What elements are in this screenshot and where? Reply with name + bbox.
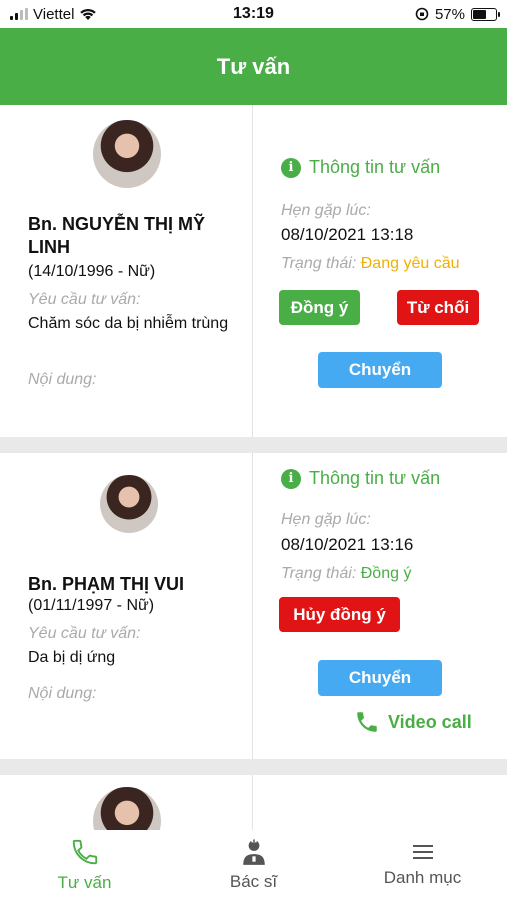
status-row: Trạng thái: Đồng ý	[281, 565, 411, 583]
reject-button[interactable]: Từ chối	[397, 290, 479, 325]
nav-tab-menu[interactable]: Danh mục	[338, 830, 507, 900]
page-title: Tư vấn	[216, 53, 291, 79]
status-value: Đang yêu cầu	[360, 255, 460, 272]
appointment-value: 08/10/2021 13:18	[281, 225, 414, 244]
patient-birth: (14/10/1996 - Nữ)	[28, 263, 156, 280]
nav-label: Tư vấn	[57, 873, 112, 892]
phone-icon	[72, 839, 97, 865]
status-time: 13:19	[233, 5, 274, 22]
consultation-list[interactable]: Bn. NGUYỄN THỊ MỸ LINH (14/10/1996 - Nữ)…	[0, 105, 507, 830]
consultation-card: Bn. PHẠM THỊ VUI (01/11/1997 - Nữ) Yêu c…	[0, 453, 507, 759]
nav-label: Danh mục	[383, 868, 462, 887]
video-call-label: Video call	[388, 711, 472, 732]
battery-percent: 57%	[434, 5, 465, 23]
menu-icon	[412, 845, 433, 859]
doctor-icon	[242, 839, 265, 865]
request-value: Da bị dị ứng	[28, 649, 116, 666]
nav-label: Bác sĩ	[229, 872, 278, 891]
appointment-label: Hẹn gặp lúc:	[281, 202, 371, 219]
battery-icon	[471, 7, 500, 21]
status-row: Trạng thái: Đang yêu cầu	[281, 255, 459, 273]
patient-avatar	[93, 120, 161, 188]
nav-tab-doctor[interactable]: Bác sĩ	[169, 830, 338, 900]
cancel-accept-button[interactable]: Hủy đồng ý	[279, 597, 400, 632]
transfer-button[interactable]: Chuyển	[318, 352, 442, 388]
info-title: i Thông tin tư vấn	[281, 157, 440, 178]
carrier-name: Viettel	[33, 5, 75, 23]
wifi-icon	[80, 8, 97, 20]
accept-button[interactable]: Đồng ý	[279, 290, 360, 325]
status-label: Trạng thái:	[281, 255, 357, 272]
status-bar: Viettel 13:19 57%	[0, 0, 507, 28]
appointment-value: 08/10/2021 13:16	[281, 535, 414, 554]
app-header: Tư vấn	[0, 28, 507, 105]
bottom-navigation: Tư vấn Bác sĩ Danh mục	[0, 830, 507, 900]
request-label: Yêu cầu tư vấn:	[28, 291, 141, 308]
nav-tab-consult[interactable]: Tư vấn	[0, 830, 169, 900]
patient-birth: (01/11/1997 - Nữ)	[28, 597, 155, 614]
appointment-label: Hẹn gặp lúc:	[281, 511, 371, 528]
content-label: Nội dung:	[28, 685, 97, 702]
cellular-signal-icon	[10, 8, 28, 20]
consultation-card: Bn. NGUYỄN THỊ MỸ LINH (14/10/1996 - Nữ)…	[0, 105, 507, 437]
patient-avatar	[93, 787, 161, 830]
patient-name: Bn. PHẠM THỊ VUI	[28, 574, 184, 594]
info-icon: i	[281, 468, 301, 489]
consultation-card	[0, 775, 507, 830]
patient-name: Bn. NGUYỄN THỊ MỸ LINH	[28, 214, 206, 257]
request-value: Chăm sóc da bị nhiễm trùng	[28, 315, 229, 332]
status-value: Đồng ý	[360, 565, 412, 582]
orientation-lock-icon	[415, 7, 429, 21]
content-label: Nội dung:	[28, 371, 97, 388]
video-call-button[interactable]: Video call	[354, 709, 472, 735]
request-label: Yêu cầu tư vấn:	[28, 625, 141, 642]
phone-icon	[357, 712, 377, 732]
info-icon: i	[281, 157, 301, 178]
transfer-button[interactable]: Chuyển	[318, 660, 442, 696]
status-label: Trạng thái:	[281, 565, 357, 582]
patient-avatar	[100, 475, 158, 533]
info-title: i Thông tin tư vấn	[281, 468, 440, 489]
